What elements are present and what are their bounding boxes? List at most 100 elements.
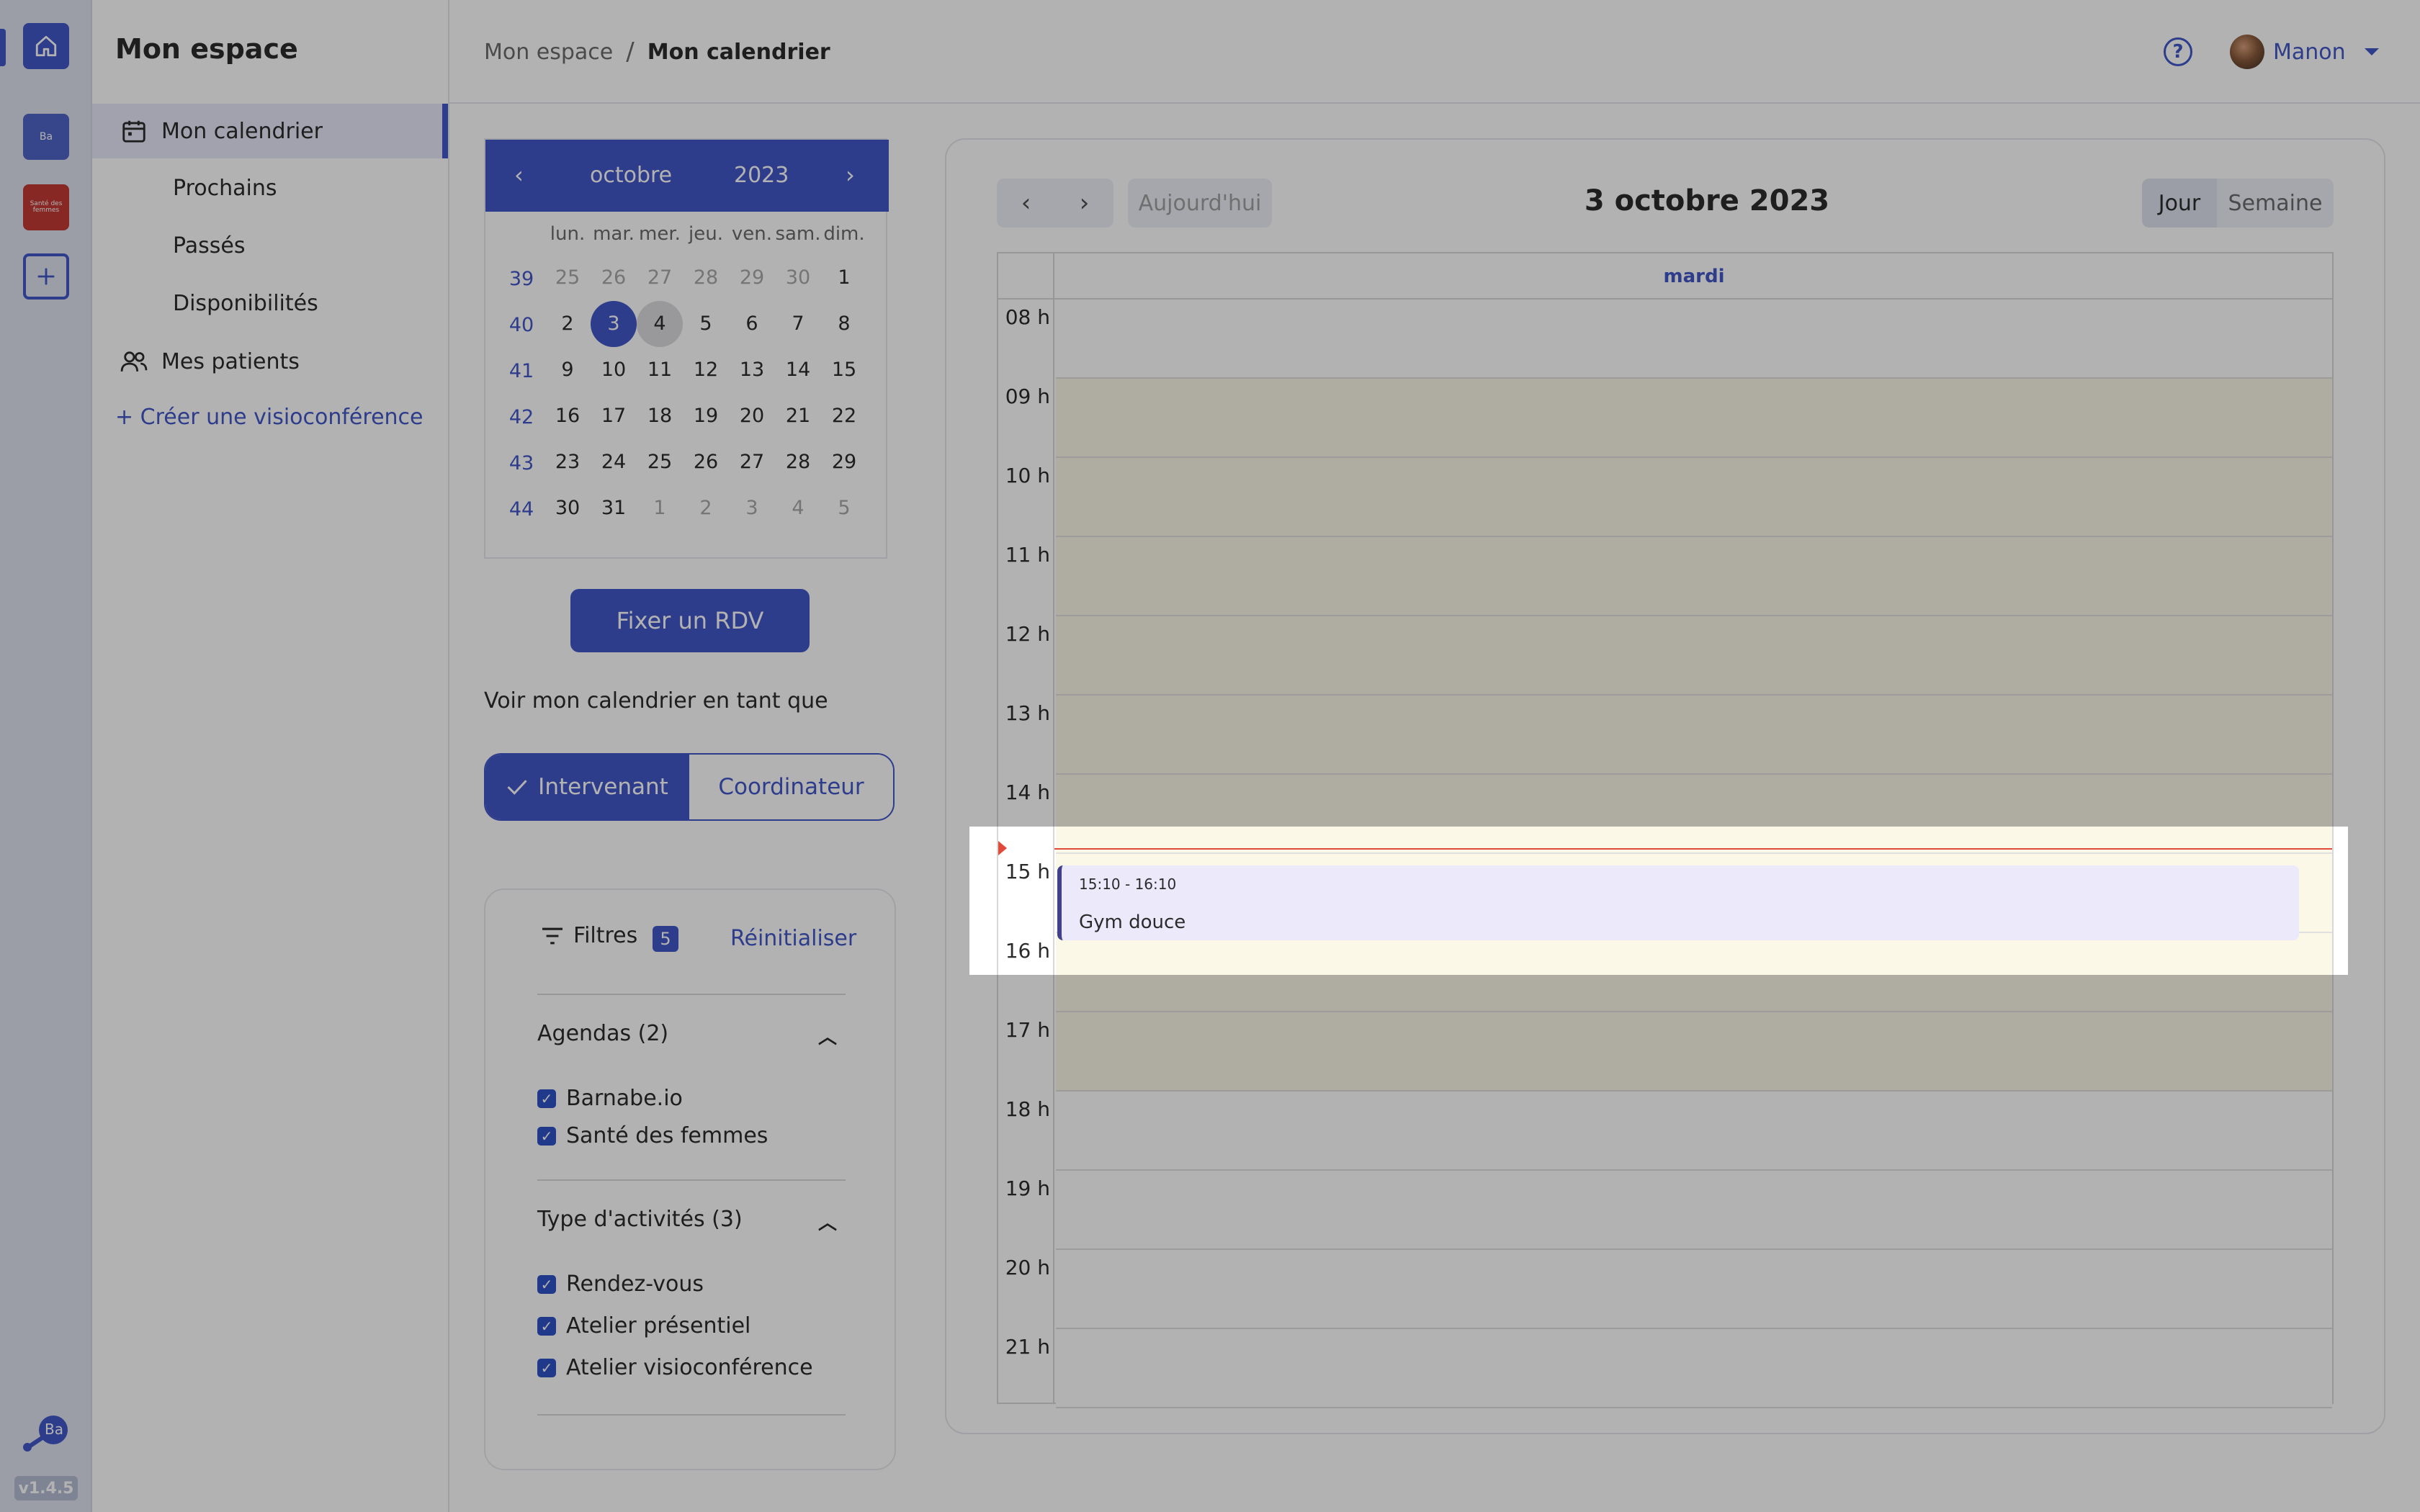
checkbox-checked-icon[interactable]: ✓ [537,1316,556,1336]
calendar-day[interactable]: 5 [821,485,867,531]
calendar-day[interactable]: 4 [637,301,683,347]
month-selector[interactable]: octobre [590,163,672,188]
role-coordinateur-button[interactable]: Coordinateur [689,755,893,819]
calendar-day[interactable]: 30 [544,485,591,531]
calendar-day[interactable]: 29 [821,439,867,485]
user-menu[interactable]: Manon [2230,35,2379,69]
calendar-day[interactable]: 26 [591,255,637,301]
calendar-day[interactable]: 25 [544,255,591,301]
calendar-day[interactable]: 27 [729,439,775,485]
checkbox-checked-icon[interactable]: ✓ [537,1089,556,1108]
calendar-day[interactable]: 4 [775,485,821,531]
calendar-day[interactable]: 2 [683,485,729,531]
barnabe-app-icon[interactable]: Ba [23,114,69,160]
calendar-day[interactable]: 24 [591,439,637,485]
sidebar-item-prochains[interactable]: Prochains [173,176,277,201]
week-number[interactable]: 42 [498,406,544,428]
chevron-up-icon[interactable]: ︿ [818,1208,837,1235]
calendar-day[interactable]: 21 [775,393,821,439]
calendar-day[interactable]: 28 [683,255,729,301]
view-week-button[interactable]: Semaine [2217,179,2334,228]
week-number[interactable]: 40 [498,314,544,336]
calendar-day[interactable]: 5 [683,301,729,347]
calendar-day[interactable]: 3 [729,485,775,531]
week-number[interactable]: 41 [498,360,544,382]
time-slot[interactable] [1056,300,2332,379]
calendar-day[interactable]: 13 [729,347,775,393]
calendar-day[interactable]: 17 [591,393,637,439]
calendar-day[interactable]: 28 [775,439,821,485]
calendar-day[interactable]: 2 [544,301,591,347]
calendar-day[interactable]: 9 [544,347,591,393]
prev-month-button[interactable]: ‹ [514,161,524,189]
day-column[interactable] [1056,300,2332,1408]
calendar-day[interactable]: 19 [683,393,729,439]
reset-filters-button[interactable]: Réinitialiser [730,926,856,951]
role-intervenant-button[interactable]: Intervenant [485,755,689,819]
calendar-day[interactable]: 29 [729,255,775,301]
time-slot[interactable] [1056,1171,2332,1250]
calendar-day[interactable]: 22 [821,393,867,439]
filter-checkbox-item[interactable]: ✓ Atelier présentiel [537,1313,750,1338]
calendar-day[interactable]: 10 [591,347,637,393]
help-icon[interactable]: ? [2164,37,2192,66]
filter-checkbox-item[interactable]: ✓ Atelier visioconférence [537,1355,813,1380]
time-slot[interactable] [1056,1092,2332,1171]
chevron-up-icon[interactable]: ︿ [818,1022,837,1049]
time-slot[interactable] [1056,696,2332,775]
calendar-day[interactable]: 27 [637,255,683,301]
sidebar-item-disponibilites[interactable]: Disponibilités [173,291,318,316]
checkbox-checked-icon[interactable]: ✓ [537,1274,556,1294]
next-month-button[interactable]: › [846,161,855,189]
calendar-day[interactable]: 18 [637,393,683,439]
home-icon[interactable] [23,23,69,69]
create-visio-link[interactable]: + Créer une visioconférence [115,405,424,430]
calendar-day[interactable]: 20 [729,393,775,439]
filter-section-title[interactable]: Type d'activités (3) [537,1207,743,1232]
week-number[interactable]: 39 [498,268,544,290]
filter-checkbox-item[interactable]: ✓ Rendez-vous [537,1272,704,1297]
calendar-day[interactable]: 14 [775,347,821,393]
filter-section-title[interactable]: Agendas (2) [537,1021,668,1046]
add-app-icon[interactable] [23,253,69,300]
checkbox-checked-icon[interactable]: ✓ [537,1358,556,1377]
week-number[interactable]: 44 [498,498,544,521]
time-slot[interactable] [1056,616,2332,696]
calendar-day[interactable]: 1 [637,485,683,531]
time-slot[interactable] [1056,1012,2332,1092]
calendar-day[interactable]: 25 [637,439,683,485]
sante-des-femmes-app-icon[interactable]: Santé des femmes [23,184,69,230]
sidebar-item-passes[interactable]: Passés [173,233,245,258]
calendar-event[interactable]: 15:10 - 16:10 Gym douce [1057,865,2299,940]
filter-checkbox-item[interactable]: ✓ Barnabe.io [537,1086,683,1111]
sidebar-item-mes-patients[interactable]: Mes patients [92,334,448,389]
time-slot[interactable] [1056,775,2332,854]
calendar-day[interactable]: 12 [683,347,729,393]
time-slot[interactable] [1056,537,2332,616]
checkbox-checked-icon[interactable]: ✓ [537,1126,556,1146]
time-slot[interactable] [1056,1250,2332,1329]
view-day-button[interactable]: Jour [2142,179,2217,228]
calendar-day[interactable]: 31 [591,485,637,531]
calendar-day[interactable]: 6 [729,301,775,347]
time-slot[interactable] [1056,933,2332,1012]
calendar-day[interactable]: 15 [821,347,867,393]
chevron-left-icon[interactable]: ‹ [997,179,1055,228]
calendar-day[interactable]: 7 [775,301,821,347]
calendar-day[interactable]: 1 [821,255,867,301]
time-slot[interactable] [1056,1329,2332,1408]
filter-checkbox-item[interactable]: ✓ Santé des femmes [537,1123,768,1148]
calendar-day[interactable]: 26 [683,439,729,485]
breadcrumb-item[interactable]: Mon espace [484,40,613,65]
calendar-day[interactable]: 3 [591,301,637,347]
chevron-right-icon[interactable]: › [1055,179,1113,228]
fixer-rdv-button[interactable]: Fixer un RDV [570,589,810,652]
calendar-day[interactable]: 16 [544,393,591,439]
week-number[interactable]: 43 [498,452,544,474]
calendar-day[interactable]: 30 [775,255,821,301]
year-selector[interactable]: 2023 [734,163,789,188]
time-slot[interactable] [1056,379,2332,458]
time-slot[interactable] [1056,458,2332,537]
calendar-day[interactable]: 8 [821,301,867,347]
calendar-day[interactable]: 23 [544,439,591,485]
